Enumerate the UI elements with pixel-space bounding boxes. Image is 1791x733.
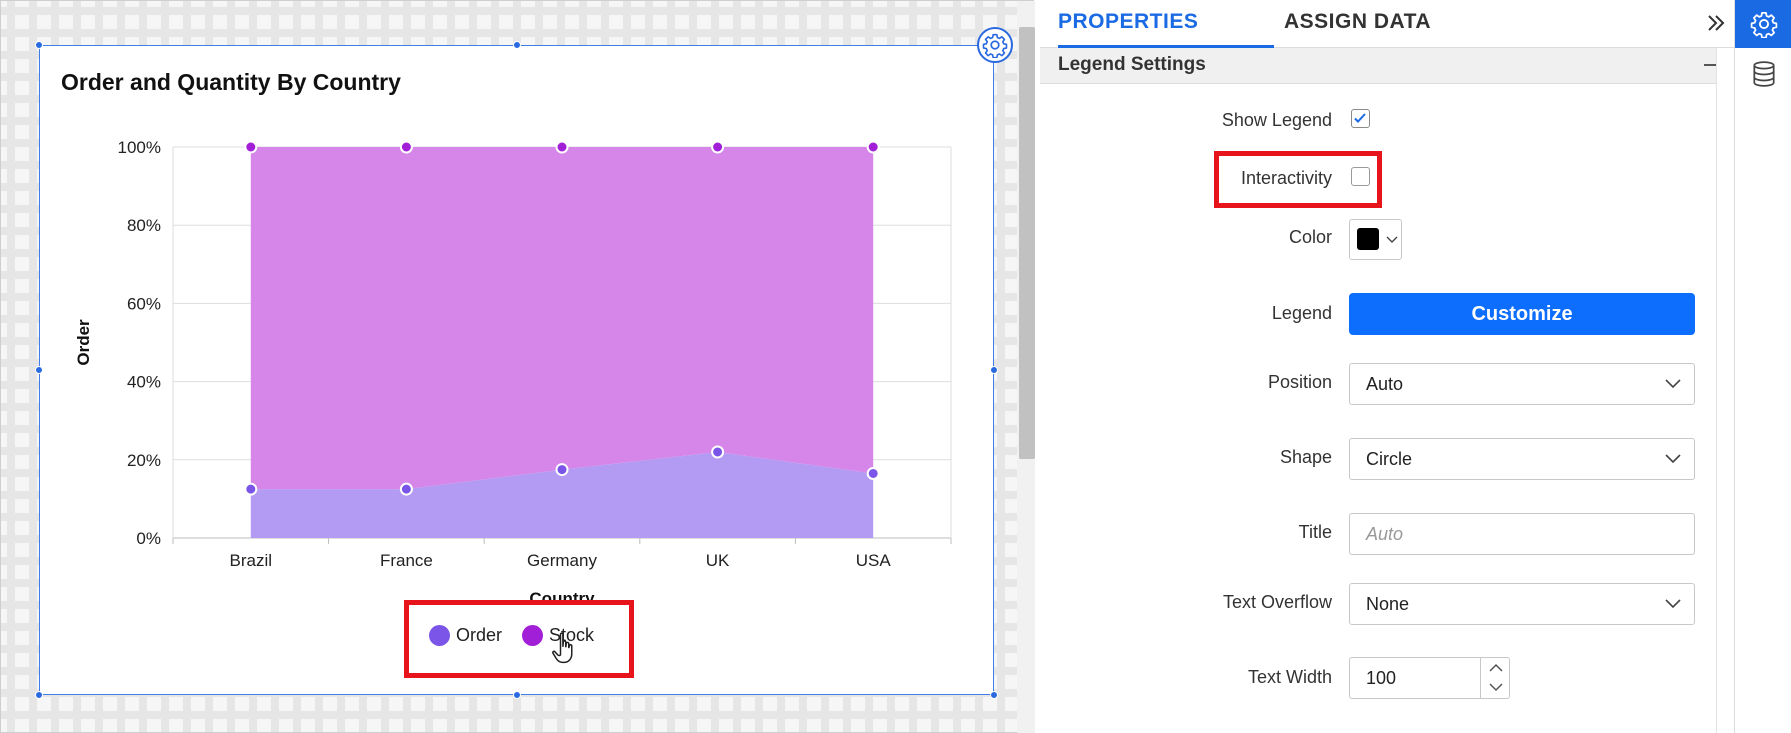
area-chart: 0% 20% 40% 60% 80% 100% Brazil France Germany UK U… [74,138,952,601]
spin-up-icon[interactable] [1488,662,1504,674]
chevron-down-icon [1665,599,1681,609]
gear-icon [982,33,1008,58]
data-point-order [555,463,569,477]
chevron-down-icon [1386,236,1398,243]
rail-data-button[interactable] [1735,50,1791,98]
y-tick-label: 0% [136,529,161,548]
resize-handle-bottom-center[interactable] [513,691,521,699]
text-overflow-value: None [1366,594,1410,614]
x-tick-label: Germany [527,551,597,570]
customize-button[interactable]: Customize [1349,293,1695,335]
data-point-stock [399,140,413,154]
data-point-order [711,445,725,459]
x-tick-label: Brazil [230,551,273,570]
position-dropdown[interactable]: Auto [1349,363,1695,405]
position-value: Auto [1366,374,1404,394]
text-width-spinner [1480,658,1510,698]
widget-settings-button[interactable] [977,27,1013,63]
legend-item-order[interactable]: Order [429,624,503,646]
color-swatch [1357,228,1379,250]
interactivity-checkbox[interactable] [1351,167,1370,186]
y-tick-label: 20% [127,451,161,470]
data-point-order [244,482,258,496]
legend-marker-stock [522,624,544,646]
legend-color-picker[interactable] [1349,219,1402,260]
data-point-stock [244,140,258,154]
text-width-input[interactable]: 100 [1349,657,1510,699]
position-label: Position [1267,372,1332,392]
y-tick-label: 80% [127,216,161,235]
resize-handle-top-left[interactable] [35,41,43,49]
resize-handle-top-center[interactable] [513,41,521,49]
legend-title-placeholder: Auto [1366,524,1404,544]
shape-label: Shape [1279,447,1332,467]
legend-settings-header[interactable]: Legend Settings [1040,48,1718,84]
tab-assign-data[interactable]: ASSIGN DATA [1284,0,1484,48]
tab-properties[interactable]: PROPERTIES [1058,0,1274,48]
spin-down-icon[interactable] [1488,681,1504,693]
resize-handle-middle-left[interactable] [35,366,43,374]
rail-properties-button[interactable] [1735,0,1791,48]
tab-assign-data-label: ASSIGN DATA [1284,10,1432,33]
chart-title: Order and Quantity By Country [61,69,401,95]
customize-button-label: Customize [1471,302,1573,325]
text-width-value: 100 [1366,668,1397,688]
double-chevron-right-icon[interactable] [1706,12,1726,34]
area-series-stock [250,147,874,490]
legend-title-input[interactable]: Auto [1349,513,1695,555]
text-width-label: Text Width [1247,667,1332,687]
data-point-order [866,466,880,480]
data-point-stock [555,140,569,154]
canvas-scrollbar-thumb[interactable] [1019,27,1035,459]
x-tick-label: France [380,551,433,570]
legend-label: Order [456,624,503,645]
legend-marker-order [429,624,450,646]
color-label: Color [1288,227,1332,247]
designer-canvas: Order and Quantity By Country 0% 20% 40% 60… [0,0,1035,733]
shape-dropdown[interactable]: Circle [1349,438,1695,480]
resize-handle-middle-right[interactable] [990,366,998,374]
tab-properties-label: PROPERTIES [1058,10,1199,33]
section-title: Legend Settings [1058,54,1206,75]
resize-handle-bottom-left[interactable] [35,691,43,699]
panel-tabs: PROPERTIES ASSIGN DATA [1040,0,1734,48]
chevron-down-icon [1665,454,1681,464]
data-point-order [399,482,413,496]
text-overflow-label: Text Overflow [1222,592,1332,612]
interactivity-label: Interactivity [1240,168,1332,188]
show-legend-checkbox[interactable] [1351,109,1370,128]
data-point-stock [866,140,880,154]
shape-value: Circle [1366,449,1413,469]
panel-scrollbar[interactable] [1716,48,1734,733]
gear-icon [1750,12,1777,38]
chevron-down-icon [1665,379,1681,389]
x-tick-label: USA [856,551,892,570]
text-overflow-dropdown[interactable]: None [1349,583,1695,625]
resize-handle-bottom-right[interactable] [990,691,998,699]
title-label: Title [1298,522,1332,542]
y-tick-label: 100% [118,138,161,157]
show-legend-label: Show Legend [1221,110,1332,130]
checkmark-icon [1354,113,1366,123]
y-axis-title: Order [74,319,93,366]
properties-panel: PROPERTIES ASSIGN DATA Legend Settings S… [1040,0,1734,733]
legend-label: Legend [1271,303,1332,323]
y-tick-label: 60% [127,294,161,313]
y-tick-label: 40% [127,373,161,392]
canvas-scrollbar[interactable] [1017,1,1035,733]
x-tick-label: UK [706,551,730,570]
data-point-stock [711,140,725,154]
database-icon [1752,61,1775,87]
hand-cursor-icon [552,632,573,664]
side-rail [1734,0,1791,733]
